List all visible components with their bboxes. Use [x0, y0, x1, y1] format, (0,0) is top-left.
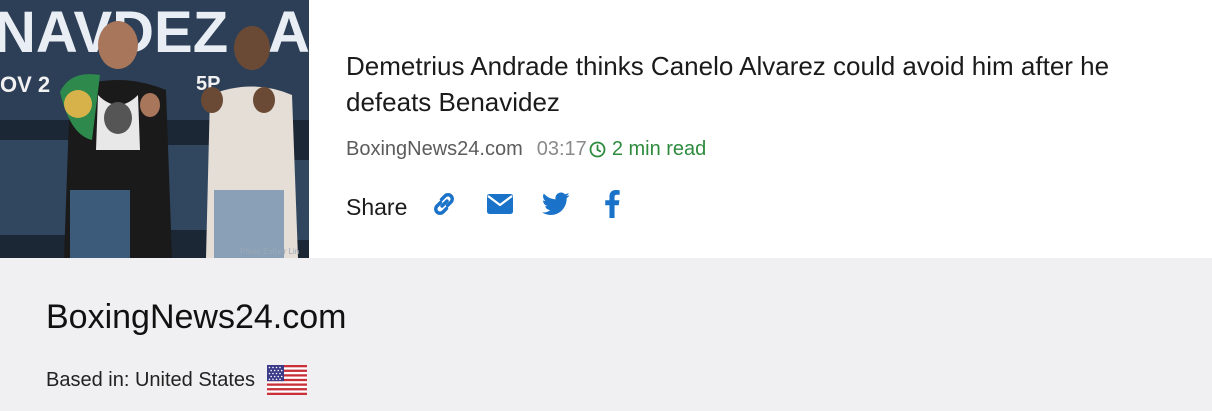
link-icon	[434, 193, 455, 215]
article-time: 03:17	[536, 137, 587, 160]
twitter-share-button[interactable]	[539, 187, 573, 221]
svg-text:A: A	[268, 0, 309, 65]
article-card[interactable]: NAVDEZ A OV 2 5P Photo Esther Lin	[0, 0, 1212, 258]
email-share-button[interactable]	[483, 187, 517, 221]
facebook-icon	[605, 190, 621, 218]
article-headline[interactable]: Demetrius Andrade thinks Canelo Alvarez …	[346, 48, 1196, 120]
based-in-label: Based in: United States	[46, 368, 256, 391]
svg-text:Photo Esther Lin: Photo Esther Lin	[240, 247, 299, 256]
article-meta: BoxingNews24.com 03:17 2 min read	[346, 135, 706, 163]
publisher-location: Based in: United States	[46, 364, 308, 396]
twitter-icon	[542, 192, 570, 215]
copy-link-button[interactable]	[427, 187, 461, 221]
envelope-icon	[487, 194, 514, 214]
clock-icon	[589, 141, 606, 158]
read-time: 2 min read	[611, 137, 707, 160]
share-bar: Share	[346, 186, 651, 222]
article-source[interactable]: BoxingNews24.com	[346, 138, 523, 161]
share-label: Share	[346, 193, 408, 220]
article-image: NAVDEZ A OV 2 5P Photo Esther Lin	[0, 0, 309, 258]
publisher-name[interactable]: BoxingNews24.com	[46, 296, 346, 338]
svg-text:OV 2: OV 2	[0, 72, 50, 97]
facebook-share-button[interactable]	[595, 187, 629, 221]
us-flag-icon	[267, 365, 308, 395]
article-thumbnail[interactable]: NAVDEZ A OV 2 5P Photo Esther Lin	[0, 0, 309, 258]
